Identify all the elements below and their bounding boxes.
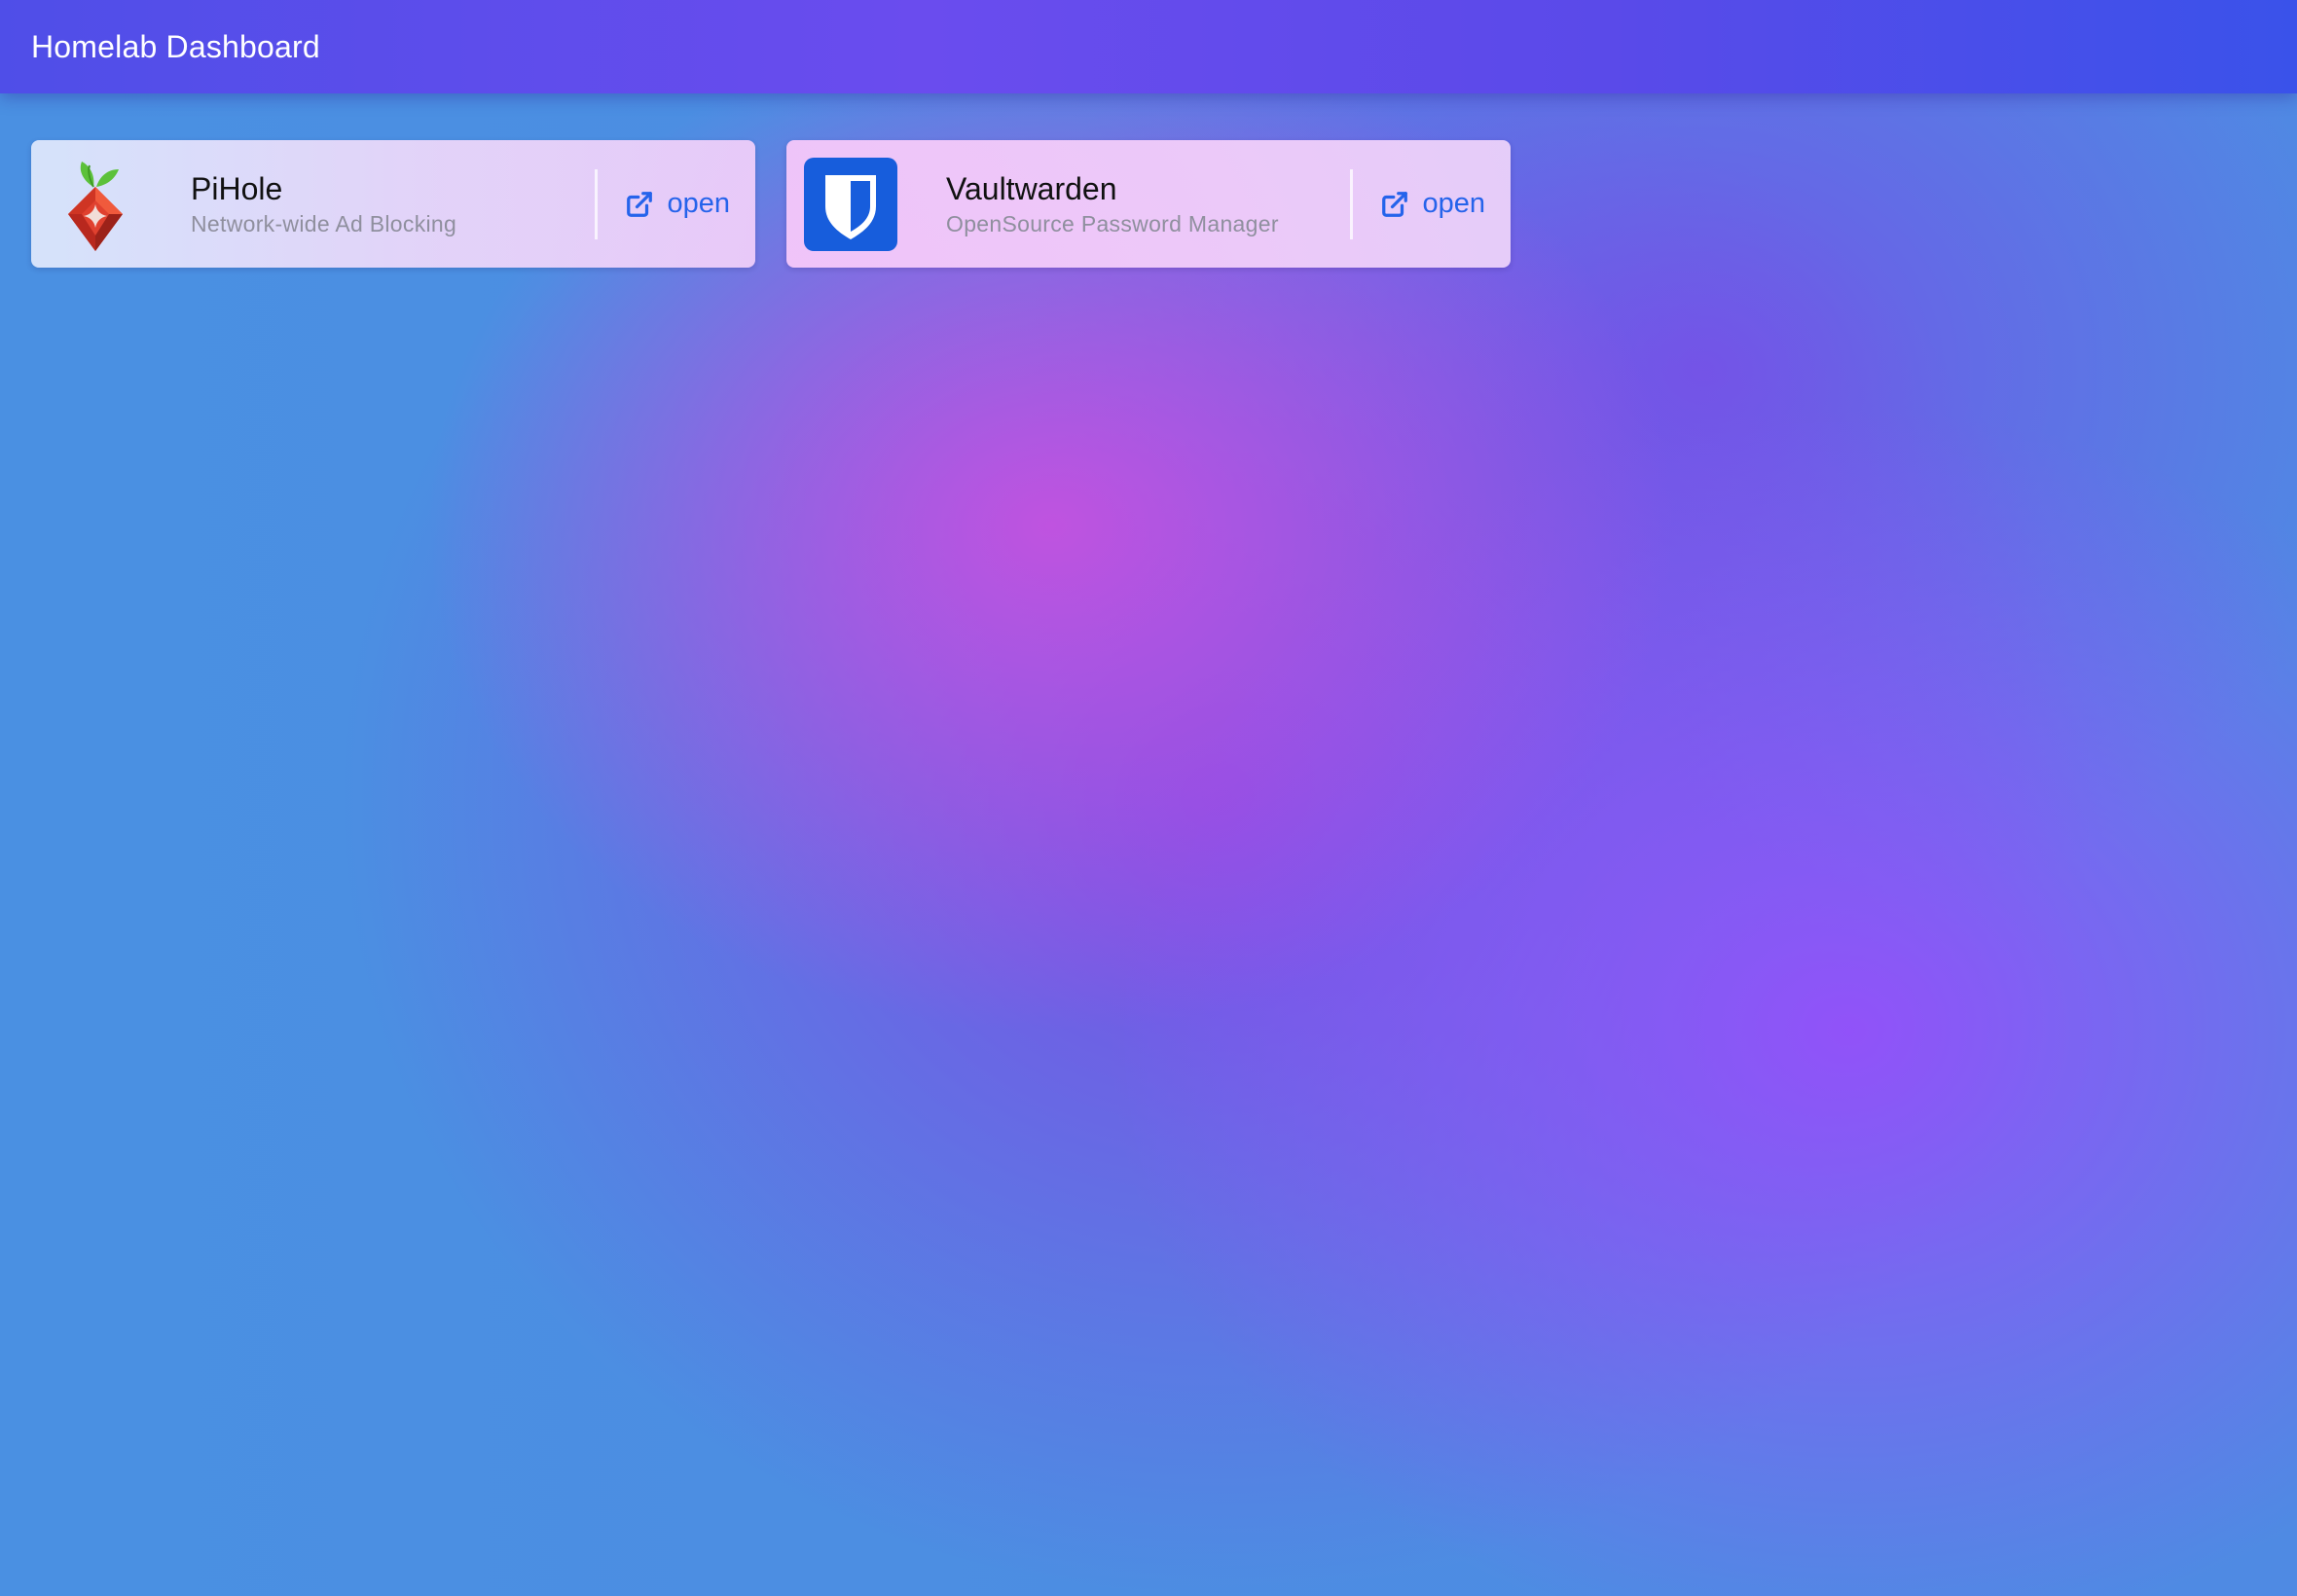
- open-vaultwarden-button[interactable]: open: [1353, 140, 1511, 268]
- vaultwarden-shield-icon: [804, 157, 897, 251]
- open-button-label: open: [1422, 188, 1485, 219]
- service-description: Network-wide Ad Blocking: [191, 210, 457, 236]
- service-description: OpenSource Password Manager: [946, 210, 1279, 236]
- service-card-vaultwarden: Vaultwarden OpenSource Password Manager …: [786, 140, 1511, 268]
- top-bar: Homelab Dashboard: [0, 0, 2297, 93]
- service-card-pihole: PiHole Network-wide Ad Blocking open: [31, 140, 755, 268]
- service-card-list: PiHole Network-wide Ad Blocking open Vau…: [31, 140, 1511, 268]
- service-name: Vaultwarden: [946, 170, 1117, 206]
- page-title: Homelab Dashboard: [31, 28, 320, 64]
- external-link-icon: [1380, 190, 1409, 219]
- service-name: PiHole: [191, 170, 283, 206]
- open-button-label: open: [667, 188, 730, 219]
- external-link-icon: [625, 190, 654, 219]
- service-info: Vaultwarden OpenSource Password Manager: [946, 170, 1350, 238]
- open-pihole-button[interactable]: open: [598, 140, 755, 268]
- service-info: PiHole Network-wide Ad Blocking: [191, 170, 595, 238]
- pihole-logo-icon: [49, 158, 142, 251]
